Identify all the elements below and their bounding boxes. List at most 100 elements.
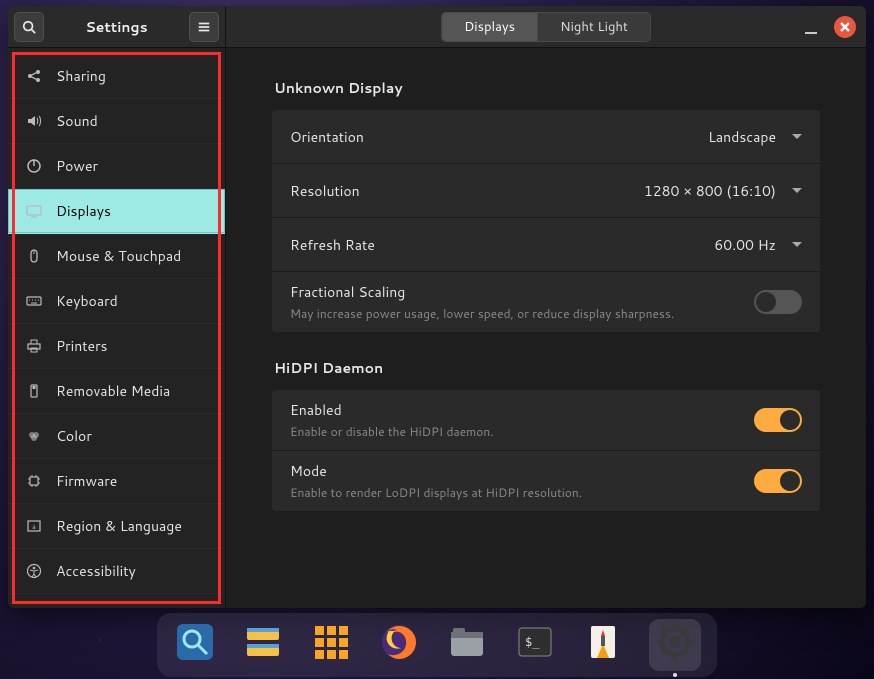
printer-icon [26, 338, 42, 354]
menu-button[interactable] [189, 12, 219, 42]
sidebar-item-label: Displays [56, 201, 111, 221]
resolution-label: Resolution [290, 181, 360, 201]
enabled-label: Enabled [290, 400, 494, 420]
mouse-icon [26, 248, 42, 264]
fractional-label: Fractional Scaling [290, 282, 674, 302]
sidebar-item-label: Keyboard [56, 291, 118, 311]
orientation-combo[interactable]: Landscape [708, 127, 802, 147]
dock-app-files-alt[interactable] [241, 623, 285, 667]
sidebar-item-label: Color [56, 426, 92, 446]
sidebar-item-firmware[interactable]: Firmware [8, 459, 225, 504]
tab-displays[interactable]: Displays [442, 13, 537, 41]
sidebar[interactable]: Sharing Sound Power Displays Mouse & Touchpa… [8, 48, 225, 608]
dock-app-files[interactable] [445, 623, 489, 667]
keyboard-icon [26, 293, 42, 309]
sidebar-item-accessibility[interactable]: Accessibility [8, 549, 225, 594]
sidebar-item-label: Accessibility [56, 561, 136, 581]
row-refresh[interactable]: Refresh Rate 60.00 Hz [272, 218, 820, 272]
sidebar-item-share[interactable]: Sharing [8, 54, 225, 99]
chevron-down-icon [792, 242, 802, 247]
dock-app-apps-grid[interactable] [309, 623, 353, 667]
chevron-down-icon [792, 134, 802, 139]
sidebar-item-label: Mouse & Touchpad [56, 246, 181, 266]
titlebar-left: Settings [8, 6, 226, 47]
sidebar-item-display[interactable]: Displays [8, 189, 225, 234]
mode-switch[interactable] [754, 469, 802, 493]
region-icon: a [26, 518, 42, 534]
refresh-label: Refresh Rate [290, 235, 375, 255]
text-editor-icon [583, 622, 623, 668]
display-icon [26, 203, 42, 219]
sidebar-item-label: Sharing [56, 66, 106, 86]
resolution-combo[interactable]: 1280 × 800 (16:10) [644, 181, 802, 201]
sidebar-item-label: Region & Language [56, 516, 182, 536]
sidebar-item-color[interactable]: Color [8, 414, 225, 459]
settings-icon [655, 622, 695, 668]
color-icon [26, 428, 42, 444]
share-icon [26, 68, 42, 84]
titlebar: Settings Displays Night Light [8, 6, 866, 48]
sidebar-item-printer[interactable]: Printers [8, 324, 225, 369]
content-panel[interactable]: Unknown Display Orientation Landscape Re… [226, 48, 866, 608]
dock-app-settings[interactable] [649, 619, 701, 671]
accessibility-icon [26, 563, 42, 579]
sidebar-item-label: Firmware [56, 471, 117, 491]
section-title-hidpi: HiDPI Daemon [274, 358, 820, 378]
search-icon [175, 622, 215, 668]
dock-app-search[interactable] [173, 623, 217, 667]
orientation-label: Orientation [290, 127, 364, 147]
sidebar-item-power[interactable]: Power [8, 144, 225, 189]
minimize-button[interactable] [800, 16, 822, 38]
display-settings-group: Orientation Landscape Resolution 1280 × … [272, 110, 820, 332]
row-fractional-scaling: Fractional Scaling May increase power us… [272, 272, 820, 332]
hamburger-icon [197, 20, 211, 34]
dock-app-terminal[interactable]: $_ [513, 623, 557, 667]
titlebar-right: Displays Night Light [226, 6, 866, 47]
close-icon [840, 22, 850, 32]
svg-text:$_: $_ [525, 635, 540, 649]
hidpi-group: Enabled Enable or disable the HiDPI daem… [272, 390, 820, 511]
dock-app-firefox[interactable] [377, 623, 421, 667]
sidebar-item-sound[interactable]: Sound [8, 99, 225, 144]
files-icon [447, 622, 487, 668]
row-hidpi-enabled: Enabled Enable or disable the HiDPI daem… [272, 390, 820, 451]
orientation-value: Landscape [708, 127, 776, 147]
close-button[interactable] [834, 16, 856, 38]
section-title-display: Unknown Display [274, 78, 820, 98]
enabled-switch[interactable] [754, 408, 802, 432]
sidebar-item-label: Power [56, 156, 98, 176]
sidebar-item-region[interactable]: a Region & Language [8, 504, 225, 549]
dock-app-text-editor[interactable] [581, 623, 625, 667]
settings-window: Settings Displays Night Light Sharing Sou… [8, 6, 866, 608]
firefox-icon [379, 622, 419, 668]
search-button[interactable] [14, 12, 44, 42]
chevron-down-icon [792, 188, 802, 193]
fractional-switch[interactable] [754, 290, 802, 314]
terminal-icon: $_ [515, 622, 555, 668]
row-resolution[interactable]: Resolution 1280 × 800 (16:10) [272, 164, 820, 218]
tab-night-light[interactable]: Night Light [537, 13, 650, 41]
sidebar-item-label: Sound [56, 111, 98, 131]
dock: $_ [157, 613, 717, 677]
refresh-combo[interactable]: 60.00 Hz [714, 235, 802, 255]
sidebar-item-label: Printers [56, 336, 108, 356]
row-orientation[interactable]: Orientation Landscape [272, 110, 820, 164]
refresh-value: 60.00 Hz [714, 235, 776, 255]
window-controls [800, 16, 866, 38]
sidebar-item-keyboard[interactable]: Keyboard [8, 279, 225, 324]
running-indicator-icon [673, 673, 677, 677]
search-icon [22, 20, 36, 34]
sidebar-item-removable[interactable]: Removable Media [8, 369, 225, 414]
window-title: Settings [48, 17, 185, 37]
files-alt-icon [243, 622, 283, 668]
resolution-value: 1280 × 800 (16:10) [644, 181, 776, 201]
power-icon [26, 158, 42, 174]
firmware-icon [26, 473, 42, 489]
mode-label: Mode [290, 461, 582, 481]
mode-sub: Enable to render LoDPI displays at HiDPI… [290, 484, 582, 501]
enabled-sub: Enable or disable the HiDPI daemon. [290, 423, 494, 440]
sidebar-item-mouse[interactable]: Mouse & Touchpad [8, 234, 225, 279]
apps-grid-icon [311, 622, 351, 668]
svg-text:a: a [32, 522, 36, 532]
row-hidpi-mode: Mode Enable to render LoDPI displays at … [272, 451, 820, 511]
